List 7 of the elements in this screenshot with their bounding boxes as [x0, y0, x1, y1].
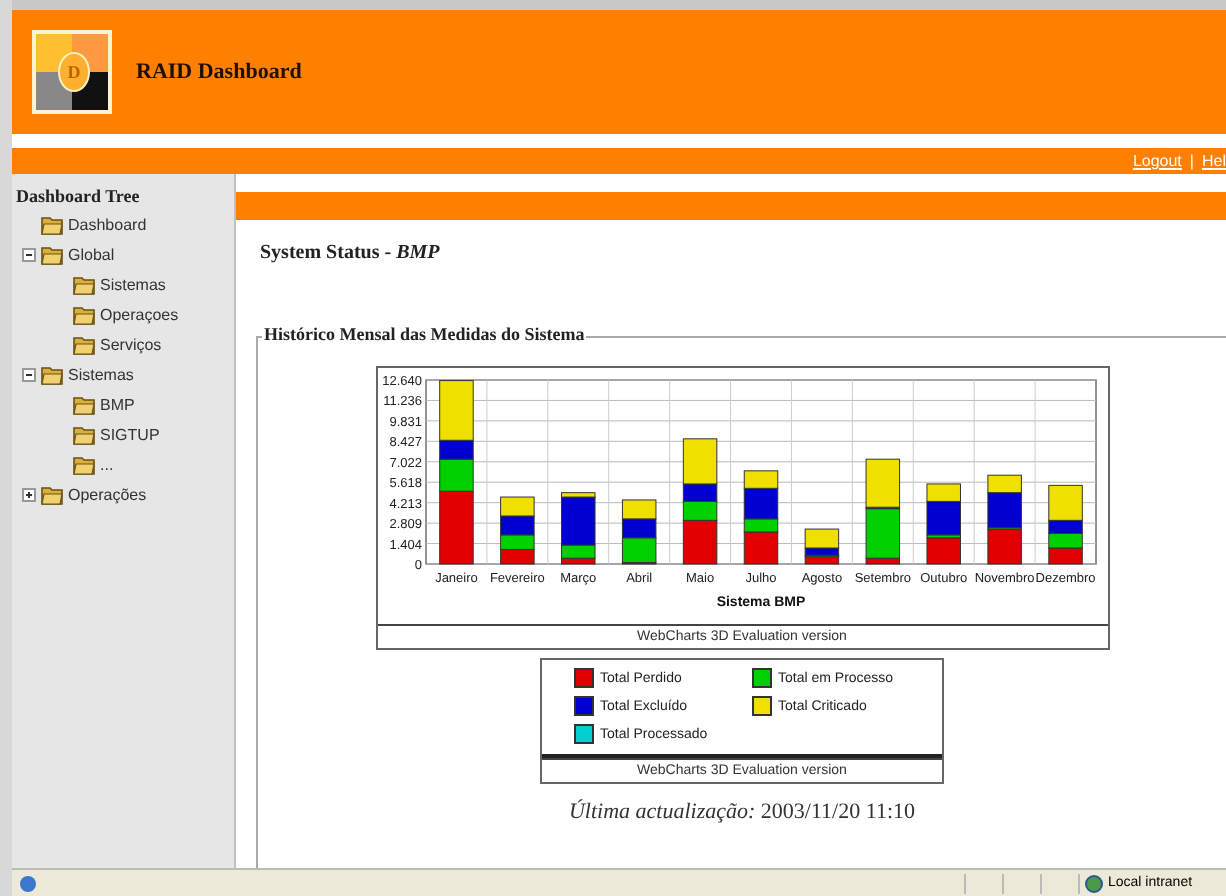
app-title: RAID Dashboard: [136, 60, 302, 84]
sidebar-title: Dashboard Tree: [16, 186, 142, 206]
link-separator: |: [1189, 152, 1194, 170]
last-updated-text: Última actualização: 2003/11/20 11:10: [568, 800, 916, 824]
page-heading: System Status - BMP: [260, 242, 442, 264]
section-title: Histórico Mensal das Medidas do Sistema: [262, 324, 587, 344]
logo-icon: D: [32, 30, 112, 114]
